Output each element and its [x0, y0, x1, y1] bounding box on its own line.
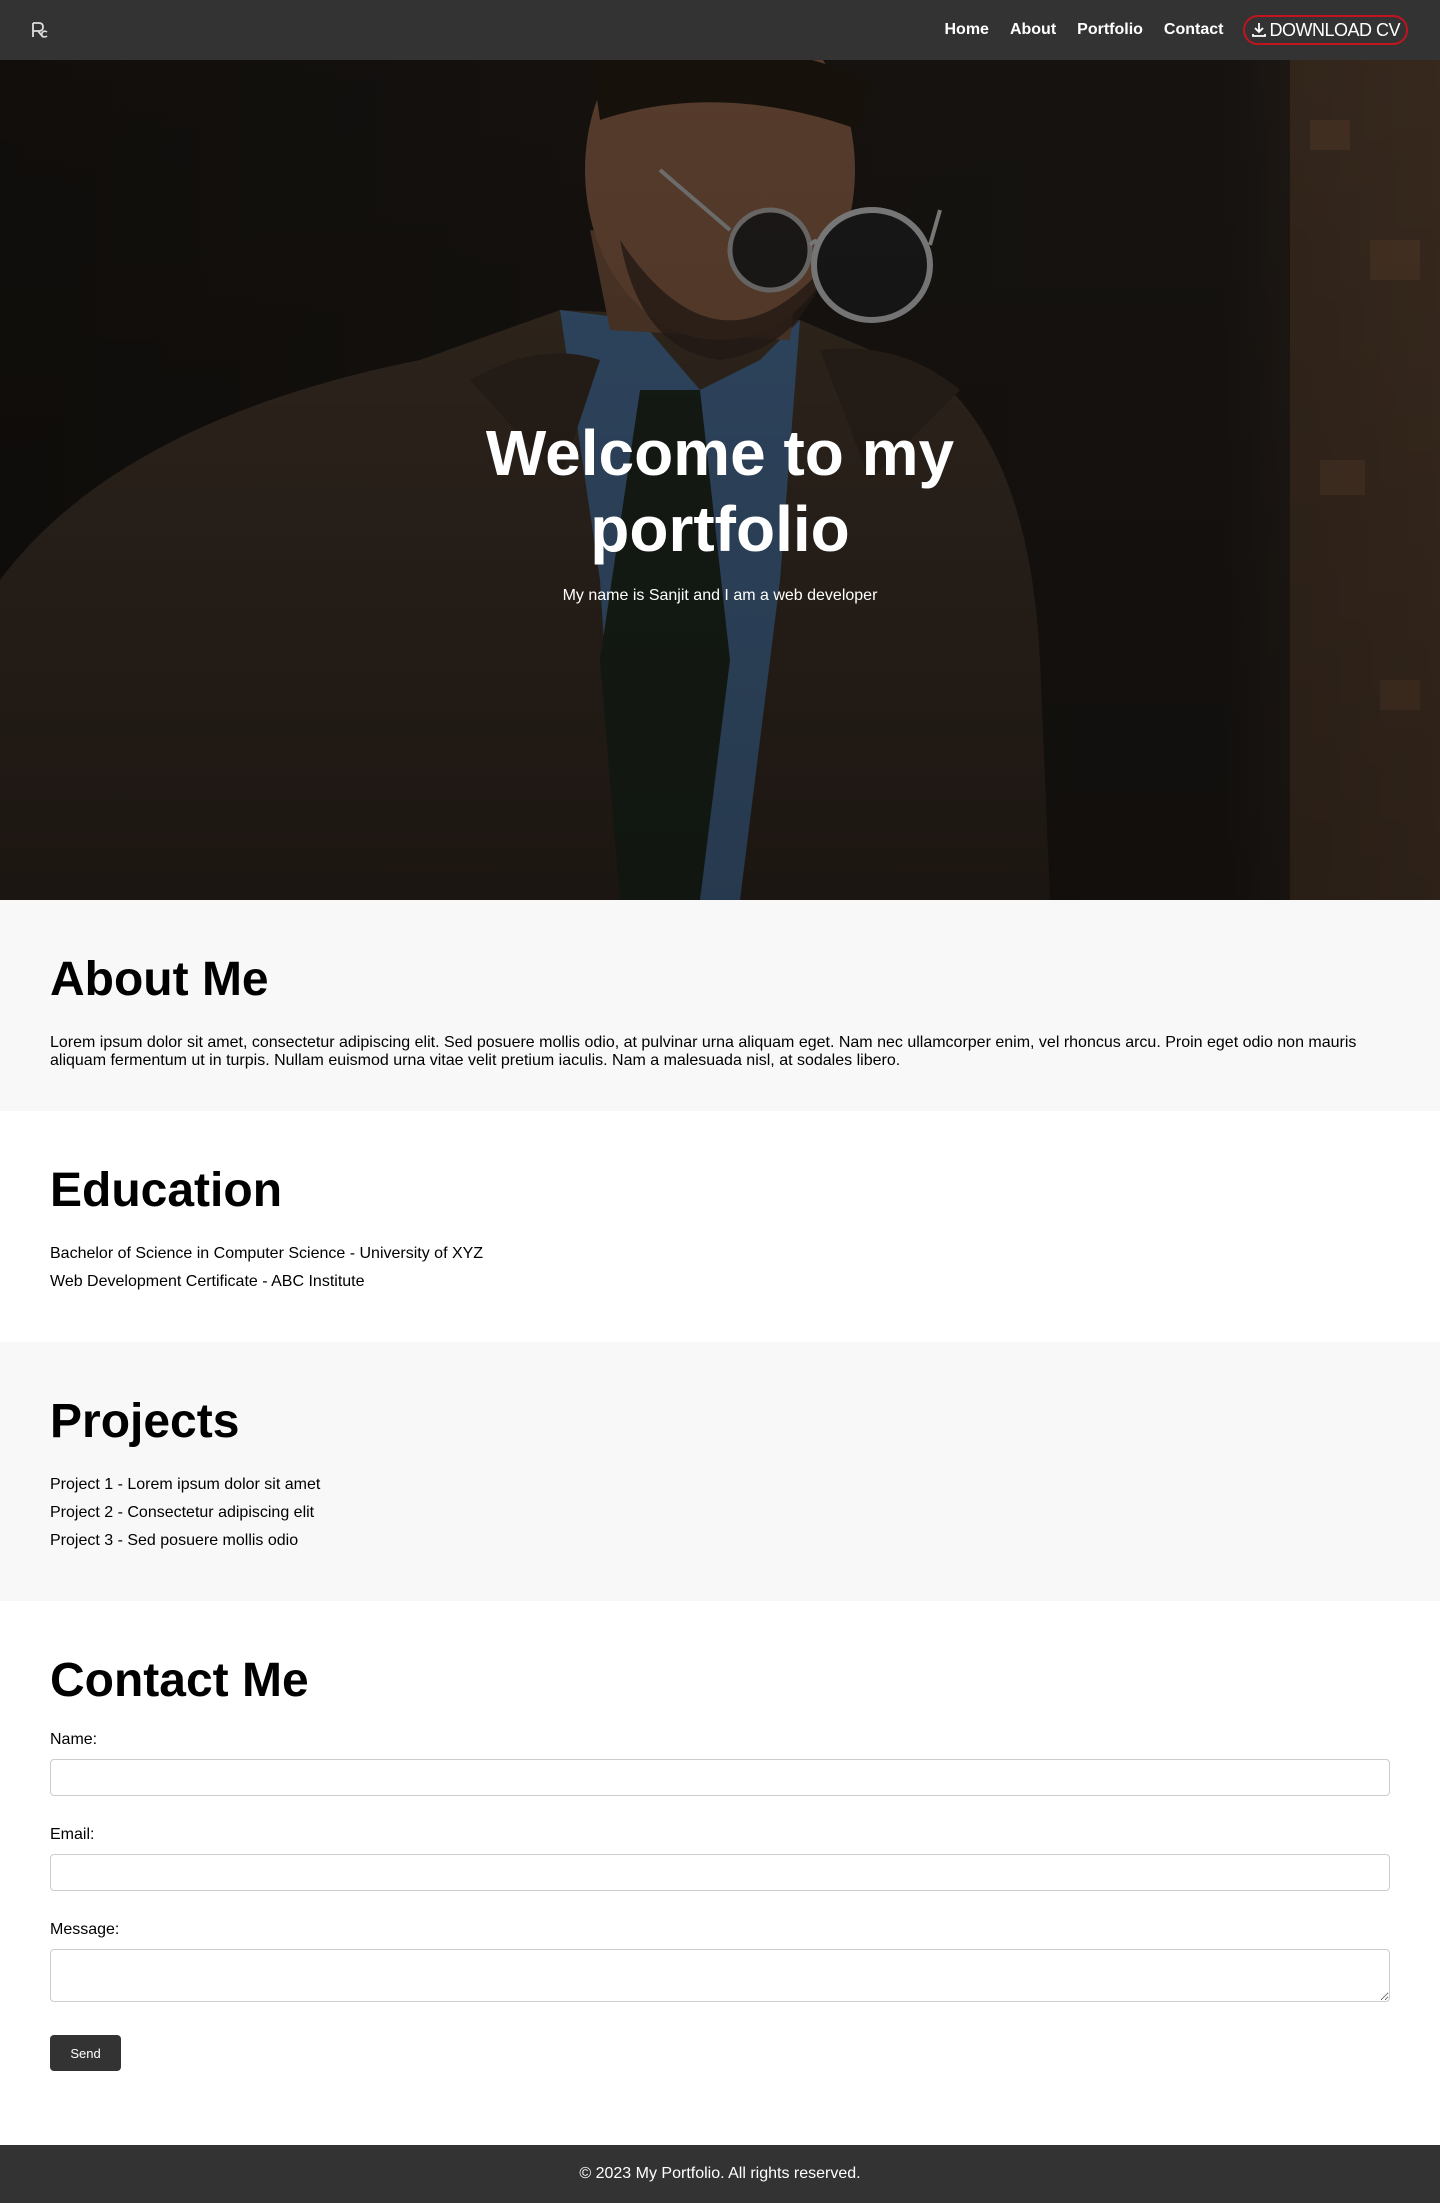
email-input[interactable]: [50, 1854, 1390, 1891]
footer-copyright: © 2023 My Portfolio. All rights reserved…: [579, 2165, 861, 2182]
message-textarea[interactable]: [50, 1949, 1390, 2002]
projects-title: Projects: [50, 1395, 240, 1448]
projects-section: Projects Project 1 - Lorem ipsum dolor s…: [0, 1342, 1440, 1601]
education-title: Education: [50, 1164, 283, 1217]
about-title: About Me: [50, 953, 269, 1006]
nav-link-contact[interactable]: Contact: [1164, 21, 1224, 39]
project-item: Project 2 - Consectetur adipiscing elit: [50, 1504, 315, 1521]
hero-section: Welcome to my portfolio My name is Sanji…: [0, 60, 1440, 900]
project-item: Project 1 - Lorem ipsum dolor sit amet: [50, 1476, 321, 1493]
rc-monogram-icon[interactable]: [28, 18, 52, 42]
project-item: Project 3 - Sed posuere mollis odio: [50, 1532, 299, 1549]
footer: © 2023 My Portfolio. All rights reserved…: [0, 2145, 1440, 2203]
send-button[interactable]: Send: [50, 2035, 121, 2071]
email-label: Email:: [50, 1826, 95, 1843]
download-cv-button[interactable]: DOWNLOAD CV: [1243, 15, 1408, 45]
message-label: Message:: [50, 1921, 120, 1938]
about-text: Lorem ipsum dolor sit amet, consectetur …: [50, 1034, 1357, 1069]
nav-links: Home About Portfolio Contact DOWNLOAD CV: [924, 15, 1408, 45]
hero-content: Welcome to my portfolio My name is Sanji…: [0, 415, 1440, 605]
hero-title: Welcome to my portfolio: [485, 417, 955, 565]
education-section: Education Bachelor of Science in Compute…: [0, 1111, 1440, 1342]
nav-link-home[interactable]: Home: [945, 21, 989, 39]
contact-section: Contact Me Name: Email: Message: Send: [0, 1601, 1440, 2145]
download-cv-label: DOWNLOAD CV: [1269, 19, 1400, 40]
education-item: Web Development Certificate - ABC Instit…: [50, 1273, 365, 1290]
hero-subtitle: My name is Sanjit and I am a web develop…: [562, 587, 878, 604]
navbar: Home About Portfolio Contact DOWNLOAD CV: [0, 0, 1440, 60]
education-item: Bachelor of Science in Computer Science …: [50, 1245, 484, 1262]
nav-link-about[interactable]: About: [1010, 21, 1056, 39]
download-icon: [1251, 22, 1267, 38]
contact-title: Contact Me: [50, 1654, 309, 1707]
name-label: Name:: [50, 1731, 98, 1748]
nav-link-portfolio[interactable]: Portfolio: [1077, 21, 1143, 39]
about-section: About Me Lorem ipsum dolor sit amet, con…: [0, 900, 1440, 1111]
name-input[interactable]: [50, 1759, 1390, 1796]
